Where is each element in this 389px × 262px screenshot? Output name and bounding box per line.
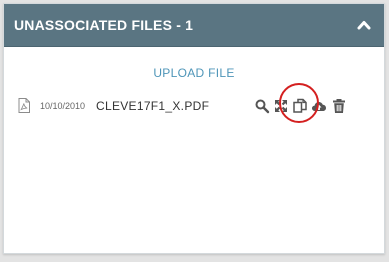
file-row: 10/10/2010 CLEVE17F1_X.PDF: [18, 97, 358, 115]
file-date: 10/10/2010: [40, 101, 86, 111]
chevron-up-icon: [357, 21, 371, 30]
collapse-panel-button[interactable]: [354, 15, 374, 35]
copy-icon: [293, 98, 307, 113]
panel-body: UPLOAD FILE 10/10/2010 CLEVE17F1_X.PDF: [4, 47, 384, 253]
expand-file-button[interactable]: [273, 98, 289, 114]
cloud-file-button[interactable]: [311, 98, 327, 114]
trash-icon: [333, 99, 345, 113]
cloud-icon: [312, 102, 326, 111]
search-icon: [255, 99, 270, 114]
unassociated-files-panel: UNASSOCIATED FILES - 1 UPLOAD FILE 10/10…: [3, 3, 385, 254]
panel-title: UNASSOCIATED FILES - 1: [14, 17, 194, 33]
pdf-file-icon: [18, 98, 30, 113]
upload-file-link[interactable]: UPLOAD FILE: [4, 66, 384, 80]
copy-file-button[interactable]: [292, 98, 308, 114]
delete-file-button[interactable]: [331, 98, 347, 114]
file-name[interactable]: CLEVE17F1_X.PDF: [96, 99, 209, 113]
preview-file-button[interactable]: [254, 98, 270, 114]
expand-icon: [275, 100, 287, 112]
panel-header: UNASSOCIATED FILES - 1: [4, 4, 384, 47]
